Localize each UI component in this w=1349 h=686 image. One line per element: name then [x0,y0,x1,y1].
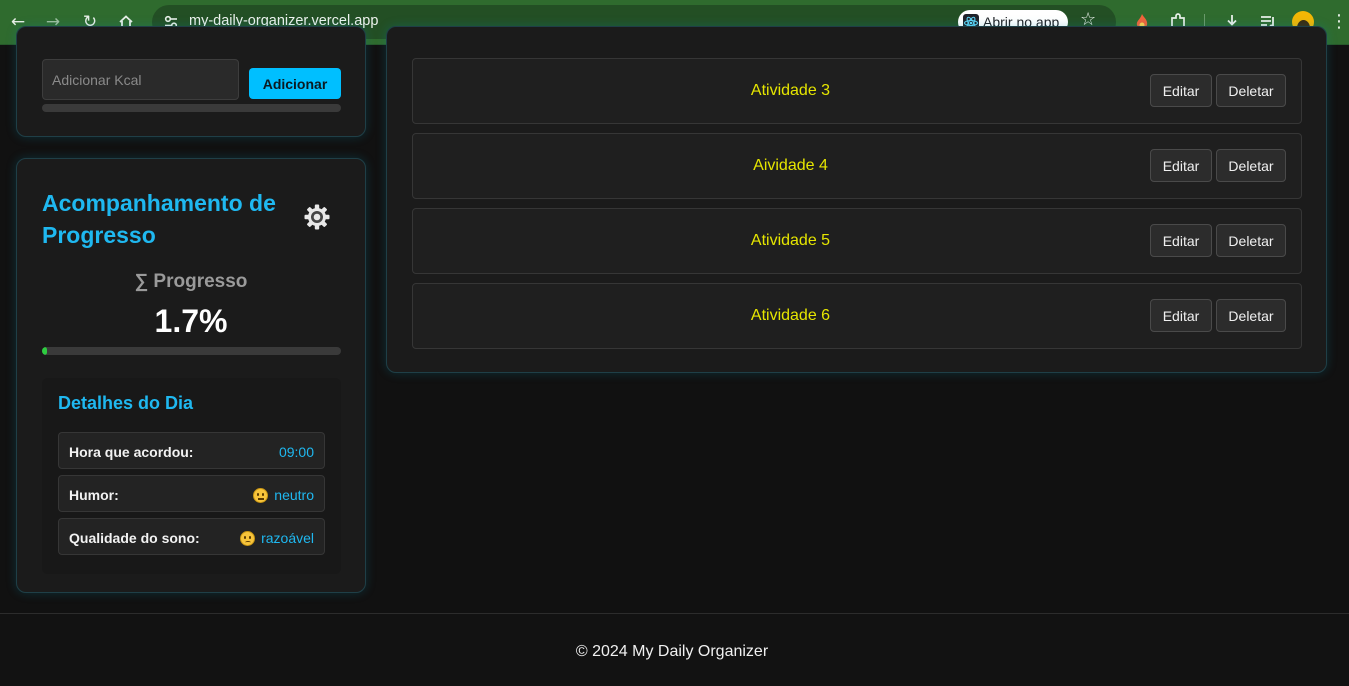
footer-copyright: © 2024 My Daily Organizer [575,643,769,660]
activity-name: Atividade 3 [750,82,831,99]
delete-activity-button[interactable]: Deletar [1216,149,1286,182]
activity-name: Atividade 5 [750,232,831,249]
activity-name: Atividade 6 [750,307,831,324]
kcal-card: Adicionar [16,26,366,137]
add-kcal-button[interactable]: Adicionar [249,68,341,99]
slightly-frowning-face-icon [240,531,256,546]
sleep-quality-value-wrap: razoável [240,530,314,546]
progress-sum-label: ∑ Progresso [134,271,248,292]
edit-activity-button[interactable]: Editar [1150,224,1212,257]
progress-bar-fill [42,347,48,355]
progress-bar [42,347,341,355]
activity-name: Aividade 4 [753,157,828,174]
progress-title: Acompanhamento de Progresso [42,190,276,248]
mood-value-wrap: neutro [253,487,314,503]
kcal-progress-bar [42,104,341,112]
gear-icon[interactable] [304,204,330,230]
edit-activity-button[interactable]: Editar [1150,299,1212,332]
more-menu-icon[interactable]: ⋮ [1330,11,1348,33]
wake-time-value: 09:00 [278,444,314,460]
activity-row: Aividade 4 Editar Deletar [412,133,1302,199]
mood-row: Humor: neutro [58,475,325,512]
sleep-quality-value: razoável [261,530,314,546]
mood-label: Humor: [69,487,119,503]
neutral-face-icon [253,488,269,503]
activities-card: Atividade 3 Editar Deletar Aividade 4 Ed… [386,26,1327,373]
footer: © 2024 My Daily Organizer [0,613,1349,686]
sleep-quality-row: Qualidade do sono: razoável [58,518,325,555]
progress-card: Acompanhamento de Progresso ∑ Progresso [16,158,366,593]
wake-time-row: Hora que acordou: 09:00 [58,432,325,469]
delete-activity-button[interactable]: Deletar [1216,224,1286,257]
day-details-panel: Detalhes do Dia Hora que acordou: 09:00 … [42,378,341,574]
mood-value: neutro [274,487,314,503]
page-content: Adicionar Acompanhamento de Progresso [0,26,1349,686]
edit-activity-button[interactable]: Editar [1150,149,1212,182]
activity-row: Atividade 5 Editar Deletar [412,208,1302,274]
edit-activity-button[interactable]: Editar [1150,74,1212,107]
delete-activity-button[interactable]: Deletar [1216,74,1286,107]
delete-activity-button[interactable]: Deletar [1216,299,1286,332]
sleep-quality-label: Qualidade do sono: [69,530,200,546]
wake-time-label: Hora que acordou: [69,444,194,460]
kcal-input[interactable] [42,59,239,100]
activity-row: Atividade 6 Editar Deletar [412,283,1302,349]
activity-row: Atividade 3 Editar Deletar [412,58,1302,124]
day-details-title: Detalhes do Dia [58,393,194,413]
progress-value: 1.7% [154,303,228,339]
